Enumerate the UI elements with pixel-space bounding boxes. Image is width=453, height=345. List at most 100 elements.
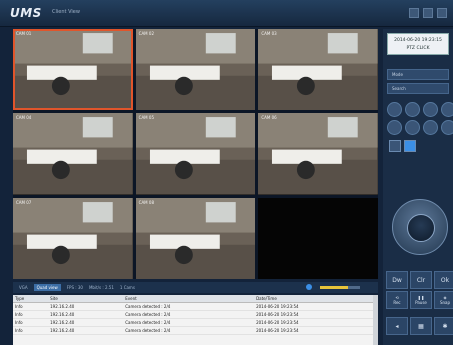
event-log: Type Site Event Date/Time Info 192.16.2.… xyxy=(13,295,378,345)
grid-icon[interactable]: ▦ xyxy=(410,317,432,335)
camera-feed-image xyxy=(135,197,256,279)
camera-tile-9-empty[interactable] xyxy=(258,197,378,279)
close-button[interactable] xyxy=(437,8,447,18)
cell-site: 192.16.2.40 xyxy=(48,302,124,311)
minimize-button[interactable] xyxy=(409,8,419,18)
snapshot-label: Snap xyxy=(439,300,451,305)
numpad-key[interactable] xyxy=(423,120,438,135)
playback-control-row: ⟲ Rec ❚❚ Pause ◈ Snap xyxy=(386,291,453,309)
camera-tile-5[interactable]: CAM 05 xyxy=(135,113,256,195)
numpad-key[interactable] xyxy=(423,102,438,117)
cell-site: 192.16.2.40 xyxy=(48,310,124,319)
settings-icon[interactable]: ✱ xyxy=(434,317,453,335)
cell-type: Info xyxy=(13,302,49,311)
pause-label: Pause xyxy=(415,300,427,305)
camera-label: CAM 08 xyxy=(138,199,154,205)
maximize-button[interactable] xyxy=(423,8,433,18)
mode-button[interactable]: Mode xyxy=(387,69,449,80)
status-view-mode[interactable]: Quad view xyxy=(33,284,61,291)
snapshot-button[interactable]: ◈ Snap xyxy=(434,291,453,309)
event-log-table: Type Site Event Date/Time Info 192.16.2.… xyxy=(13,295,378,335)
camera-feed-image xyxy=(258,113,378,195)
cell-type: Info xyxy=(13,326,49,335)
numpad-key[interactable] xyxy=(441,120,453,135)
camera-tile-6[interactable]: CAM 06 xyxy=(258,113,378,195)
control-panel: 2014-06-20 19:23:15 PTZ CLICK Mode Searc… xyxy=(383,29,453,345)
status-bitrate: Mbit/s : 2.51 xyxy=(88,285,114,290)
numpad-key[interactable] xyxy=(405,120,420,135)
app-logo: UMS xyxy=(10,6,42,20)
table-row[interactable]: Info 192.16.2.40 Camera detected : 2/4 2… xyxy=(13,310,378,319)
ptz-clr-button[interactable]: Clr xyxy=(410,271,432,289)
ptz-joystick-knob[interactable] xyxy=(407,214,435,242)
cell-event: Camera detected : 2/4 xyxy=(123,302,255,311)
cell-datetime: 2014-06-20 19:23:54 xyxy=(254,302,378,311)
camera-feed-image xyxy=(13,113,133,195)
numpad-key[interactable] xyxy=(405,102,420,117)
camera-label: CAM 05 xyxy=(138,115,154,121)
video-grid: CAM 01 CAM 02 CAM 03 CAM 04 CAM 05 CAM 0… xyxy=(13,29,378,279)
channel-numpad xyxy=(387,102,453,135)
status-fps: FPS : 30 xyxy=(66,285,83,290)
record-button[interactable]: ⟲ Rec xyxy=(386,291,408,309)
ptz-dw-button[interactable]: Dw xyxy=(386,271,408,289)
arrow-left-icon[interactable]: ◂ xyxy=(386,317,408,335)
table-row[interactable]: Info 192.16.2.40 Camera detected : 2/4 2… xyxy=(13,326,378,335)
cell-datetime: 2014-06-20 19:23:54 xyxy=(254,310,378,319)
datetime-text: 2014-06-20 19:23:15 xyxy=(394,38,442,43)
camera-tile-8[interactable]: CAM 08 xyxy=(135,197,256,279)
status-resolution: VGA xyxy=(19,285,28,290)
ptz-joystick[interactable] xyxy=(392,199,448,255)
cell-site: 192.16.2.40 xyxy=(48,326,124,335)
cell-type: Info xyxy=(13,310,49,319)
numpad-key[interactable] xyxy=(441,102,453,117)
camera-feed-image xyxy=(135,113,256,195)
numpad-key[interactable] xyxy=(387,120,402,135)
camera-tile-4[interactable]: CAM 04 xyxy=(13,113,133,195)
camera-tile-3[interactable]: CAM 03 xyxy=(258,29,378,111)
app-subtitle: Client View xyxy=(52,9,80,15)
cell-event: Camera detected : 2/4 xyxy=(123,318,255,327)
layout-single-icon[interactable] xyxy=(404,140,416,152)
camera-tile-2[interactable]: CAM 02 xyxy=(135,29,256,111)
log-scrollbar[interactable] xyxy=(373,295,378,345)
camera-feed-image xyxy=(135,29,256,111)
search-button[interactable]: Search xyxy=(387,83,449,94)
table-row[interactable]: Info 192.16.2.40 Camera detected : 2/4 2… xyxy=(13,302,378,311)
title-bar: UMS Client View xyxy=(0,0,453,27)
ums-window: UMS Client View CAM 01 CAM 02 CAM 03 CAM… xyxy=(0,0,453,345)
datetime-display: 2014-06-20 19:23:15 PTZ CLICK xyxy=(387,33,449,55)
column-header-site[interactable]: Site xyxy=(48,295,124,303)
window-controls xyxy=(409,8,447,18)
camera-tile-7[interactable]: CAM 07 xyxy=(13,197,133,279)
datetime-subtext: PTZ CLICK xyxy=(406,46,430,51)
volume-slider[interactable] xyxy=(320,286,360,289)
cell-datetime: 2014-06-20 19:23:54 xyxy=(254,326,378,335)
ptz-ok-button[interactable]: Ok xyxy=(434,271,453,289)
status-cams: 1 Cams xyxy=(119,285,135,290)
status-bar: VGA Quad view FPS : 30 Mbit/s : 2.51 1 C… xyxy=(13,282,378,293)
camera-label: CAM 04 xyxy=(16,115,32,121)
volume-icon[interactable] xyxy=(306,284,312,290)
camera-label: CAM 01 xyxy=(16,31,32,36)
ptz-control-row: Dw Clr Ok xyxy=(386,271,453,289)
camera-feed-image xyxy=(13,197,133,279)
camera-feed-image xyxy=(258,29,378,111)
record-label: Rec xyxy=(393,300,401,305)
camera-tile-1[interactable]: CAM 01 xyxy=(13,29,133,111)
column-header-type[interactable]: Type xyxy=(13,295,49,303)
cell-type: Info xyxy=(13,318,49,327)
column-header-event[interactable]: Event xyxy=(123,295,255,303)
layout-buttons xyxy=(389,140,416,152)
column-header-datetime[interactable]: Date/Time xyxy=(254,295,378,303)
numpad-key[interactable] xyxy=(387,102,402,117)
camera-label: CAM 06 xyxy=(261,115,277,121)
camera-feed-image xyxy=(13,29,133,111)
camera-label: CAM 07 xyxy=(16,199,32,205)
cell-site: 192.16.2.40 xyxy=(48,318,124,327)
table-row[interactable]: Info 192.16.2.40 Camera detected : 2/4 2… xyxy=(13,318,378,327)
layout-grid-icon[interactable] xyxy=(389,140,401,152)
pause-button[interactable]: ❚❚ Pause xyxy=(410,291,432,309)
tool-control-row: ◂ ▦ ✱ xyxy=(386,317,453,335)
cell-event: Camera detected : 2/4 xyxy=(123,310,255,319)
